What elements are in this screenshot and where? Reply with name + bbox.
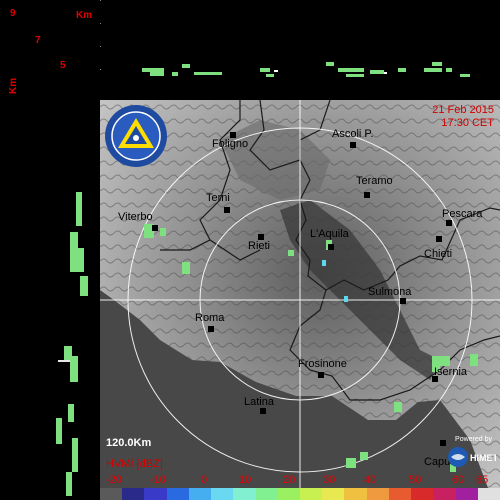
himet-logo: HIMET xyxy=(448,447,496,467)
city-label-frosinone: Frosinone xyxy=(298,358,347,370)
city-marker-terni xyxy=(224,207,230,213)
colorscale-segment xyxy=(211,488,234,500)
axis-tick-7: 7 xyxy=(35,35,41,46)
city-label-isernia: Isernia xyxy=(434,366,468,378)
city-label-terni: Terni xyxy=(206,192,230,204)
colorscale-segment xyxy=(188,488,212,500)
city-marker-latina xyxy=(260,408,266,414)
profile-corner: 9 7 5 Km Km xyxy=(0,0,98,98)
colorscale-segment xyxy=(433,488,456,500)
colorscale-segment xyxy=(411,488,434,500)
time-text: 17:30 CET xyxy=(441,117,494,129)
colorscale-segment xyxy=(388,488,412,500)
colorscale-bar xyxy=(100,488,500,500)
colorscale-segment xyxy=(122,488,145,500)
colorscale-segment xyxy=(477,488,500,500)
radar-map[interactable]: 21 Feb 2015 17:30 CET Foligno Ascoli P. … xyxy=(100,100,500,488)
date-text: 21 Feb 2015 xyxy=(432,104,494,116)
city-marker-pescara xyxy=(446,220,452,226)
colorscale-labels: -20 -10 0 10 20 30 40 50 60 65 xyxy=(100,474,500,488)
city-label-latina: Latina xyxy=(244,396,274,408)
city-marker-teramo xyxy=(364,192,370,198)
scale-label: -10 xyxy=(150,474,166,486)
city-marker-laquila xyxy=(328,244,334,250)
scale-label: -20 xyxy=(106,474,122,486)
city-label-sulmona: Sulmona xyxy=(368,286,412,298)
scale-label: 10 xyxy=(239,474,252,486)
product-label: HVMI [dBZ] xyxy=(106,458,163,470)
city-label-chieti: Chieti xyxy=(424,248,453,260)
scale-label: 60 xyxy=(452,474,465,486)
city-label-viterbo: Viterbo xyxy=(118,211,153,223)
scale-label: 40 xyxy=(364,474,377,486)
city-marker-capua xyxy=(440,440,446,446)
city-marker-chieti xyxy=(436,236,442,242)
colorscale-segment xyxy=(255,488,278,500)
north-south-profile xyxy=(98,0,500,98)
colorscale-segment xyxy=(455,488,478,500)
city-marker-viterbo xyxy=(152,225,158,231)
colorscale-segment xyxy=(366,488,389,500)
city-label-roma: Roma xyxy=(195,312,225,324)
scale-label: 65 xyxy=(476,474,489,486)
axis-tick-9: 9 xyxy=(10,8,16,19)
colorscale-segment xyxy=(299,488,323,500)
protezione-civile-logo xyxy=(105,105,167,167)
colorscale-segment xyxy=(166,488,189,500)
top-profile-svg xyxy=(100,0,470,77)
scale-label: 50 xyxy=(409,474,422,486)
timestamp: 21 Feb 2015 17:30 CET xyxy=(432,104,494,130)
city-marker-roma xyxy=(208,326,214,332)
scale-label: 30 xyxy=(323,474,336,486)
colorscale-segment xyxy=(233,488,256,500)
city-label-foligno: Foligno xyxy=(212,138,249,150)
range-label: 120.0Km xyxy=(106,437,152,449)
scale-label: 0 xyxy=(201,474,208,486)
city-label-ascoli: Ascoli P. xyxy=(332,128,374,140)
left-km-label: Km xyxy=(8,77,19,94)
colorscale-segment xyxy=(144,488,167,500)
himet-brand-text: HIMET xyxy=(470,453,496,463)
powered-by-text: Powered by xyxy=(455,436,492,443)
east-west-profile xyxy=(0,98,98,500)
city-label-rieti: Rieti xyxy=(248,240,271,252)
colorscale-segment xyxy=(322,488,345,500)
city-label-teramo: Teramo xyxy=(356,175,393,187)
city-marker-sulmona xyxy=(400,298,406,304)
city-marker-frosinone xyxy=(318,372,324,378)
colorscale-segment xyxy=(344,488,367,500)
axis-tick-5: 5 xyxy=(60,60,66,71)
city-label-laquila: L'Aquila xyxy=(310,228,349,240)
scale-label: 20 xyxy=(283,474,296,486)
city-label-pescara: Pescara xyxy=(442,208,483,220)
colorscale-segment xyxy=(100,488,123,500)
colorscale-segment xyxy=(277,488,300,500)
top-km-label: Km xyxy=(76,10,93,21)
city-marker-ascoli xyxy=(350,142,356,148)
left-profile-svg xyxy=(56,192,88,496)
